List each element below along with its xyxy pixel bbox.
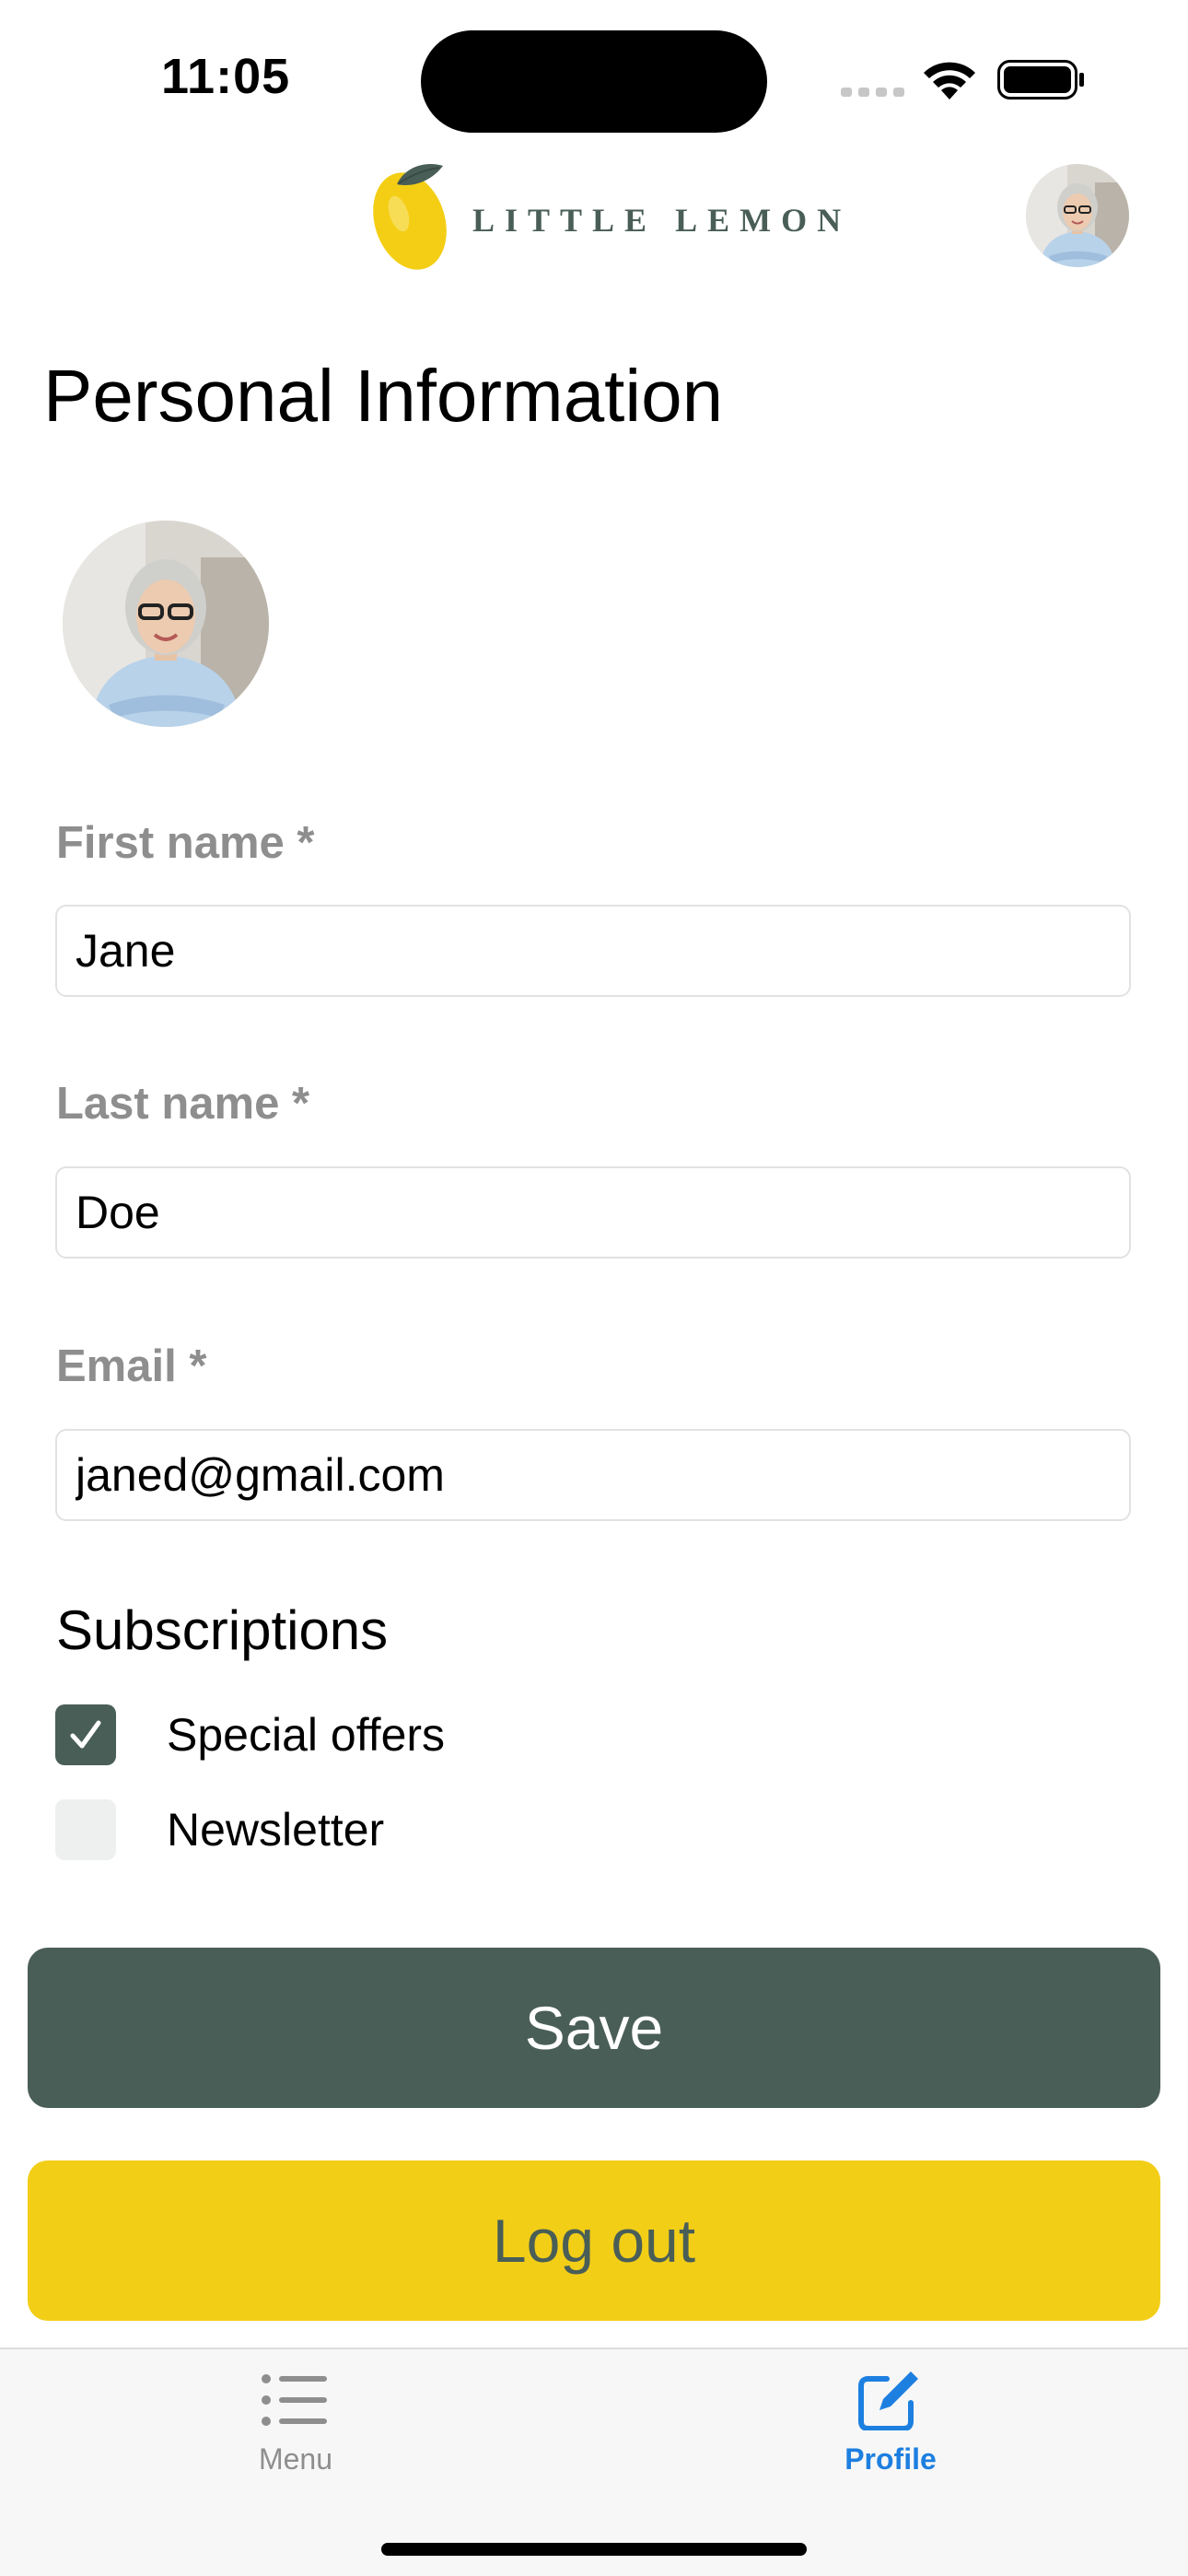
last-name-field[interactable] [55,1166,1131,1259]
little-lemon-logo: LITTLE LEMON [371,160,841,275]
tab-profile-label: Profile [844,2442,937,2476]
profile-photo [1026,164,1129,267]
profile-screen: 11:05 LITTLE LEMON Personal Information … [0,0,1188,2576]
list-icon [262,2374,327,2426]
square-pencil-icon [858,2371,918,2430]
tab-menu-label: Menu [258,2442,333,2476]
lemon-icon [373,164,447,270]
first-name-field[interactable] [55,905,1131,997]
logo-text: LITTLE LEMON [472,202,852,239]
logout-button[interactable]: Log out [28,2160,1160,2321]
last-name-label: Last name * [56,1079,310,1129]
email-field[interactable] [55,1429,1131,1521]
cellular-signal-icon [841,88,904,97]
special-offers-checkbox[interactable] [55,1704,116,1765]
subscriptions-title: Subscriptions [56,1599,389,1661]
newsletter-label[interactable]: Newsletter [167,1807,384,1853]
special-offers-label[interactable]: Special offers [167,1712,445,1758]
profile-photo [63,521,269,727]
status-time: 11:05 [161,49,291,104]
newsletter-checkbox[interactable] [55,1799,116,1860]
email-label: Email * [56,1341,207,1391]
tab-bar: Menu Profile [0,2348,1188,2576]
save-button[interactable]: Save [28,1948,1160,2108]
header-avatar[interactable] [1026,164,1129,267]
tab-profile[interactable]: Profile [752,2349,1029,2488]
tab-menu[interactable]: Menu [157,2349,434,2488]
first-name-label: First name * [56,818,315,868]
wifi-icon [924,62,975,100]
battery-icon [997,60,1084,100]
page-title: Personal Information [43,355,724,437]
profile-avatar[interactable] [63,521,269,727]
checkmark-icon [70,1720,101,1749]
home-indicator[interactable] [381,2543,807,2556]
dynamic-island [421,30,767,133]
